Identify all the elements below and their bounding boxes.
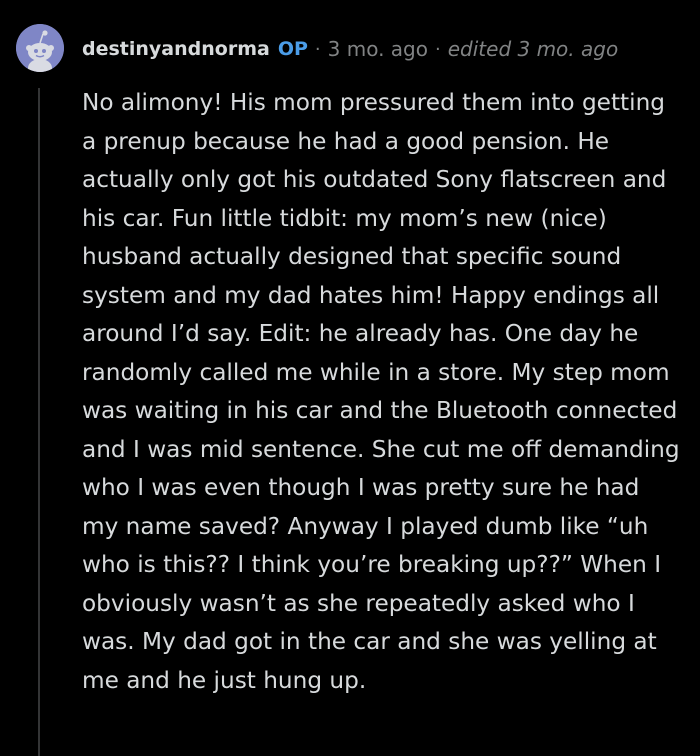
edited-timestamp: edited 3 mo. ago (447, 37, 619, 61)
reddit-snoo-avatar-icon[interactable] (16, 24, 64, 72)
username-link[interactable]: destinyandnorma (82, 38, 270, 60)
comment-header: destinyandnorma OP · 3 mo. ago · edited … (82, 34, 618, 64)
comment-body: No alimony! His mom pressured them into … (82, 89, 680, 694)
comment-timestamp[interactable]: 3 mo. ago (328, 37, 428, 61)
separator-dot: · (314, 38, 321, 60)
thread-collapse-line[interactable] (38, 88, 40, 756)
separator-dot: · (435, 38, 441, 60)
comment: destinyandnorma OP · 3 mo. ago · edited … (0, 0, 700, 756)
op-badge: OP (277, 38, 308, 60)
